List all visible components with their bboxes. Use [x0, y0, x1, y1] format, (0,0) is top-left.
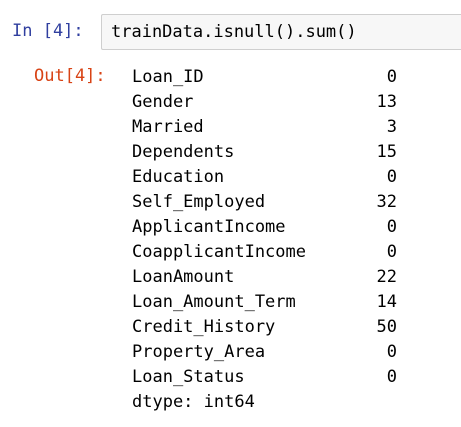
input-prompt: In [4]:	[12, 21, 84, 41]
output-row: Property_Area 0	[132, 340, 397, 365]
null-count: 13	[376, 92, 397, 112]
output-row: Self_Employed 32	[132, 190, 397, 215]
null-count: 22	[376, 267, 397, 287]
null-count: 0	[386, 167, 397, 187]
code-input-text[interactable]: trainData.isnull().sum()	[111, 21, 357, 43]
output-prompt: Out[4]:	[34, 66, 106, 86]
column-name: LoanAmount	[132, 267, 235, 287]
null-count: 14	[376, 292, 397, 312]
code-input-area[interactable]: trainData.isnull().sum()	[101, 14, 461, 50]
null-count: 0	[386, 67, 397, 87]
null-count: 15	[376, 142, 397, 162]
output-area: Loan_ID 0 Gender 13 Married 3 Dependents…	[132, 65, 397, 415]
output-row: CoapplicantIncome 0	[132, 240, 397, 265]
column-name: Loan_Amount_Term	[132, 292, 296, 312]
column-name: CoapplicantIncome	[132, 242, 306, 262]
output-row: Dependents 15	[132, 140, 397, 165]
column-name: Education	[132, 167, 225, 187]
column-name: Self_Employed	[132, 192, 266, 212]
null-count: 32	[376, 192, 397, 212]
column-name: Married	[132, 117, 204, 137]
output-row: LoanAmount 22	[132, 265, 397, 290]
output-row: Loan_Amount_Term 14	[132, 290, 397, 315]
column-name: Dependents	[132, 142, 235, 162]
output-row: Loan_ID 0	[132, 65, 397, 90]
null-count: 0	[386, 342, 397, 362]
output-row: Married 3	[132, 115, 397, 140]
column-name: Loan_Status	[132, 367, 245, 387]
output-row: Education 0	[132, 165, 397, 190]
dtype-label: dtype: int64	[132, 392, 255, 412]
output-row: ApplicantIncome 0	[132, 215, 397, 240]
column-name: Property_Area	[132, 342, 266, 362]
null-count: 50	[376, 317, 397, 337]
column-name: Loan_ID	[132, 67, 204, 87]
column-name: Gender	[132, 92, 194, 112]
column-name: Credit_History	[132, 317, 276, 337]
null-count: 0	[386, 367, 397, 387]
null-count: 3	[386, 117, 397, 137]
null-count: 0	[386, 217, 397, 237]
output-row: Gender 13	[132, 90, 397, 115]
output-row: Credit_History 50	[132, 315, 397, 340]
output-row: Loan_Status 0	[132, 365, 397, 390]
column-name: ApplicantIncome	[132, 217, 286, 237]
null-count: 0	[386, 242, 397, 262]
